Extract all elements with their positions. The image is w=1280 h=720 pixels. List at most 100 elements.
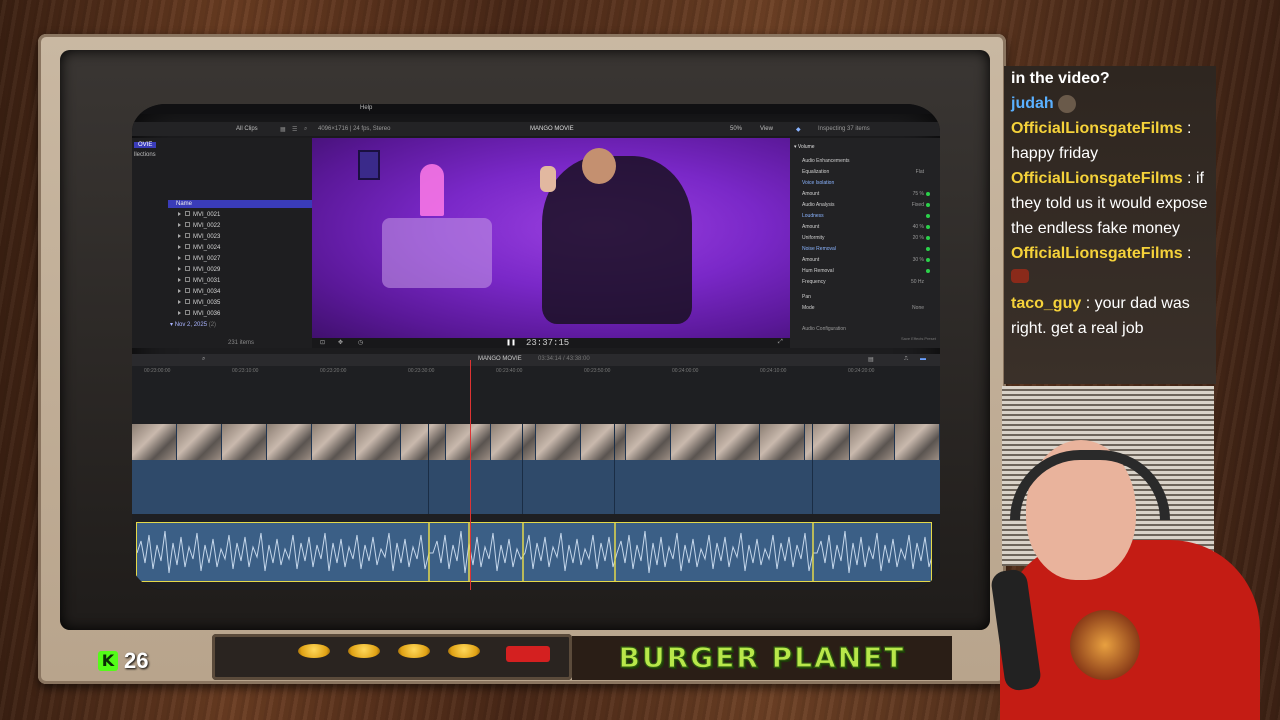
inspector-row[interactable]: Hum Removal (802, 266, 930, 276)
clip-appearance-icon[interactable]: ▤ (868, 356, 874, 363)
search-icon[interactable]: ⌕ (304, 126, 307, 133)
disclosure-icon[interactable] (178, 223, 181, 227)
clip-row[interactable]: MVI_0029 (178, 265, 220, 275)
inspector-row[interactable]: Noise Removal (802, 244, 930, 254)
ruler-label: 00:23:10:00 (232, 368, 259, 374)
disclosure-icon[interactable] (178, 300, 181, 304)
zoom-dropdown[interactable]: 50% (730, 126, 742, 132)
save-preset-button[interactable]: Save Effects Preset (901, 336, 936, 341)
viewer-timecode: 23:37:15 (526, 338, 570, 348)
pause-icon[interactable]: ❚❚ (506, 339, 516, 346)
thumbnail-image (536, 424, 581, 460)
disclosure-icon[interactable] (178, 245, 181, 249)
inspector-row[interactable]: Mode None (802, 303, 930, 313)
clip-icon (185, 310, 190, 315)
disclosure-icon[interactable] (178, 234, 181, 238)
timeline-project-name[interactable]: MANGO MOVIE (478, 356, 522, 362)
disclosure-icon[interactable] (178, 311, 181, 315)
clip-row[interactable]: MVI_0027 (178, 254, 220, 264)
transform-icon[interactable]: ✥ (338, 339, 343, 346)
chat-message: judah (1004, 91, 1216, 116)
clip-row[interactable]: MVI_0024 (178, 243, 220, 253)
thumbnail-image (311, 424, 357, 460)
inspector-row[interactable]: Frequency 50 Hz (802, 277, 930, 287)
couch-image (382, 218, 492, 288)
inspecting-label: Inspecting 37 items (818, 126, 870, 132)
fcp-window: Help All Clips ▦ ☰ ⌕ 4096×1716 | 24 fps,… (132, 104, 940, 590)
grid-icon[interactable]: ▦ (280, 126, 286, 133)
inspector-row[interactable]: Loudness (802, 211, 930, 221)
chat-username[interactable]: OfficialLionsgateFilms (1011, 170, 1183, 187)
fullscreen-icon[interactable]: ⤢ (778, 339, 783, 346)
inspector-row[interactable]: Equalization Flat (802, 167, 930, 177)
clip-icon (185, 299, 190, 304)
video-track[interactable] (132, 424, 940, 514)
clip-icon (185, 288, 190, 293)
library-item[interactable]: OVIE (134, 142, 157, 148)
inspector-row[interactable]: Voice Isolation (802, 178, 930, 188)
thumbnail-image (760, 424, 806, 460)
inspector-row[interactable]: Amount 75 % (802, 189, 930, 199)
list-icon[interactable]: ☰ (292, 126, 297, 133)
chat-message: OfficialLionsgateFilms : happy friday (1011, 120, 1192, 162)
disclosure-icon[interactable] (178, 256, 181, 260)
ruler-label: 00:23:00:00 (144, 368, 171, 374)
clip-row[interactable]: MVI_0022 (178, 221, 220, 231)
audio-track[interactable] (136, 522, 932, 582)
item-count: 231 items (228, 340, 255, 346)
inspector-row[interactable]: Audio Enhancements (802, 156, 930, 166)
crop-icon[interactable]: ⊡ (320, 339, 325, 346)
disclosure-icon[interactable] (178, 278, 181, 282)
knob-icon (398, 644, 430, 658)
inspector-row[interactable]: Uniformity 20 % (802, 233, 930, 243)
timeline-playhead[interactable] (470, 360, 471, 590)
view-dropdown[interactable]: View (760, 126, 773, 132)
inspector-row[interactable]: Audio Analysis Fixed (802, 200, 930, 210)
name-column-header[interactable]: Name (168, 200, 312, 208)
magnify-icon[interactable]: ⌕ (202, 356, 205, 363)
ruler-label: 00:23:20:00 (320, 368, 347, 374)
clips-filter-dropdown[interactable]: All Clips (236, 126, 258, 132)
viewer-count: K 26 (98, 648, 148, 674)
disclosure-icon[interactable] (178, 212, 181, 216)
thumbnail-image (491, 424, 537, 460)
inspector-row[interactable]: Amount 30 % (802, 255, 930, 265)
person-image (542, 156, 692, 324)
inspector-volume-header[interactable]: ▾ Volume (790, 144, 940, 150)
thumbnail-image (132, 424, 177, 460)
solo-icon[interactable]: ▬ (920, 356, 926, 362)
disclosure-icon[interactable] (178, 267, 181, 271)
collections-item[interactable]: llections (134, 152, 156, 158)
chat-username[interactable]: OfficialLionsgateFilms (1011, 245, 1183, 262)
thumbnail-image (670, 424, 716, 460)
clip-row[interactable]: MVI_0036 (178, 309, 220, 319)
clip-row[interactable]: MVI_0023 (178, 232, 220, 242)
timeline-ruler[interactable]: 00:23:00:00 00:23:10:00 00:23:20:00 00:2… (132, 368, 940, 378)
inspector-row[interactable]: Audio Configuration (802, 324, 930, 334)
chat-username[interactable]: judah (1011, 95, 1054, 112)
headphones-image (1010, 450, 1170, 520)
thumbnail-image (356, 424, 402, 460)
menu-help[interactable]: Help (360, 105, 372, 111)
speed-icon[interactable]: ◷ (358, 339, 363, 346)
disclosure-icon[interactable] (178, 289, 181, 293)
clip-row[interactable]: MVI_0034 (178, 287, 220, 297)
thumbnail-image (895, 424, 940, 460)
thumbnail-image (850, 424, 896, 460)
menu-bar: Help (132, 104, 940, 114)
date-group-row[interactable]: ▾ Nov 2, 2025 (2) (170, 320, 216, 330)
status-dot-icon (926, 214, 930, 218)
clip-row[interactable]: MVI_0031 (178, 276, 220, 286)
chat-message: OfficialLionsgateFilms : if they told us… (1011, 170, 1208, 237)
inspector-row[interactable]: Pan (802, 292, 930, 302)
inspector-row[interactable]: Amount 40 % (802, 222, 930, 232)
clip-row[interactable]: MVI_0035 (178, 298, 220, 308)
chat-username[interactable]: taco_guy (1011, 295, 1081, 312)
clip-row[interactable]: MVI_0021 (178, 210, 220, 220)
snapping-icon[interactable]: ⎍ (904, 356, 908, 363)
chat-username[interactable]: OfficialLionsgateFilms (1011, 120, 1183, 137)
thumbnail-image (625, 424, 671, 460)
tv-control-panel (212, 634, 572, 680)
neon-light-image (420, 164, 444, 216)
audio-inspector-icon[interactable]: ◆ (796, 126, 801, 133)
